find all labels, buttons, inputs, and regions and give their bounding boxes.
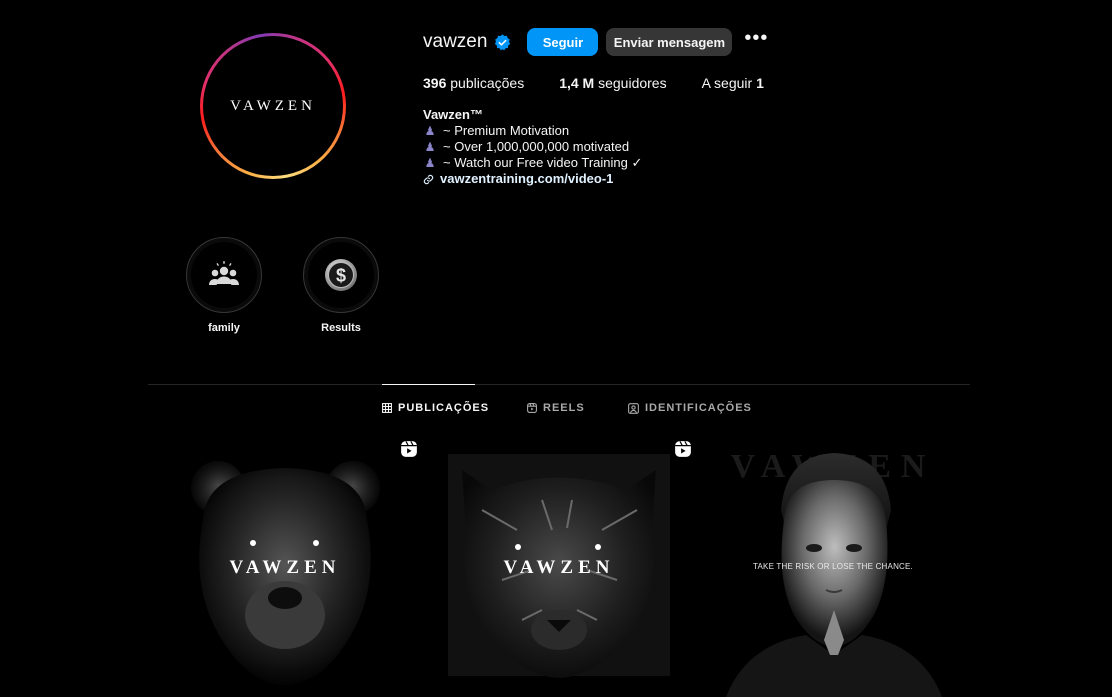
grid-icon — [382, 403, 392, 413]
active-tab-indicator — [382, 384, 475, 385]
highlight-label: family — [208, 322, 240, 334]
bio-line: ♟ ~ Over 1,000,000,000 motivated — [423, 139, 1023, 155]
bio-link-text[interactable]: vawzentraining.com/video-1 — [440, 171, 613, 187]
bio-line: ♟ ~ Premium Motivation — [423, 123, 1023, 139]
posts-count: 396 publicações — [423, 75, 524, 91]
profile-header: vawzen Seguir Enviar mensagem ••• 396 pu… — [423, 28, 1023, 187]
reel-badge-icon — [401, 441, 417, 457]
post-brand-text: VAWZEN — [503, 557, 615, 578]
profile-stats: 396 publicações 1,4 M seguidores A segui… — [423, 75, 1023, 91]
highlight-inner — [191, 242, 257, 308]
post-tile[interactable]: VAWZEN — [148, 440, 422, 697]
tagged-icon — [628, 402, 639, 414]
tab-label: REELS — [543, 402, 585, 414]
chess-pawn-icon: ♟ — [424, 140, 436, 154]
following-count-value: 1 — [756, 75, 764, 91]
posts-count-value: 396 — [423, 75, 447, 91]
posts-count-label: publicações — [450, 75, 525, 91]
bio-line-text: ~ Over 1,000,000,000 motivated — [443, 139, 630, 154]
chess-pawn-icon: ♟ — [424, 156, 436, 170]
tab-label: PUBLICAÇÕES — [398, 402, 490, 414]
send-message-button[interactable]: Enviar mensagem — [606, 28, 733, 56]
follow-button[interactable]: Seguir — [527, 28, 599, 56]
bio-display-name: Vawzen™ — [423, 107, 483, 122]
reel-badge-icon — [675, 441, 691, 457]
highlight-family[interactable]: family — [186, 237, 262, 334]
reels-icon — [527, 403, 537, 413]
post-brand-text: VAWZEN — [229, 557, 341, 578]
dollar-coin-icon: $ — [325, 259, 357, 291]
more-options-icon[interactable]: ••• — [744, 28, 768, 51]
followers-count-value: 1,4 M — [559, 75, 595, 91]
followers-count[interactable]: 1,4 M seguidores — [559, 75, 666, 91]
people-group-icon — [209, 261, 239, 285]
profile-avatar[interactable]: VAWZEN — [200, 33, 346, 179]
post-tile[interactable]: VAWZEN — [422, 440, 696, 697]
username: vawzen — [423, 31, 488, 52]
following-count[interactable]: A seguir 1 — [702, 75, 764, 91]
tab-reels[interactable]: REELS — [527, 402, 585, 414]
bio-link[interactable]: vawzentraining.com/video-1 — [423, 171, 1023, 187]
bio-line-text: ~ Watch our Free video Training ✓ — [443, 155, 643, 170]
chess-pawn-icon: ♟ — [424, 124, 436, 138]
following-count-label: A seguir — [701, 75, 753, 91]
post-tagline: TAKE THE RISK OR LOSE THE CHANCE. — [753, 562, 913, 571]
followers-count-label: seguidores — [598, 75, 667, 91]
highlight-circle — [186, 237, 262, 313]
avatar-logo-text: VAWZEN — [230, 97, 316, 114]
profile-actions-row: vawzen Seguir Enviar mensagem ••• — [423, 28, 1023, 56]
verified-badge-icon — [495, 33, 511, 50]
post-tile[interactable]: VAWZEN TAKE THE RISK OR LOSE THE CHANCE. — [696, 440, 970, 697]
avatar-inner: VAWZEN — [203, 36, 343, 176]
tab-label: IDENTIFICAÇÕES — [645, 402, 752, 414]
tabs-divider — [148, 384, 970, 385]
tab-posts[interactable]: PUBLICAÇÕES — [382, 402, 489, 414]
profile-bio: Vawzen™ ♟ ~ Premium Motivation ♟ ~ Over 1,… — [423, 107, 1023, 187]
bio-line: ♟ ~ Watch our Free video Training ✓ — [423, 155, 1023, 171]
link-icon — [423, 174, 434, 184]
svg-text:$: $ — [336, 266, 346, 286]
bio-line-text: ~ Premium Motivation — [443, 123, 570, 138]
highlight-results[interactable]: $ Results — [303, 237, 379, 334]
highlight-inner: $ — [308, 242, 374, 308]
highlight-circle: $ — [303, 237, 379, 313]
tab-tagged[interactable]: IDENTIFICAÇÕES — [628, 402, 752, 414]
highlight-label: Results — [321, 322, 361, 334]
